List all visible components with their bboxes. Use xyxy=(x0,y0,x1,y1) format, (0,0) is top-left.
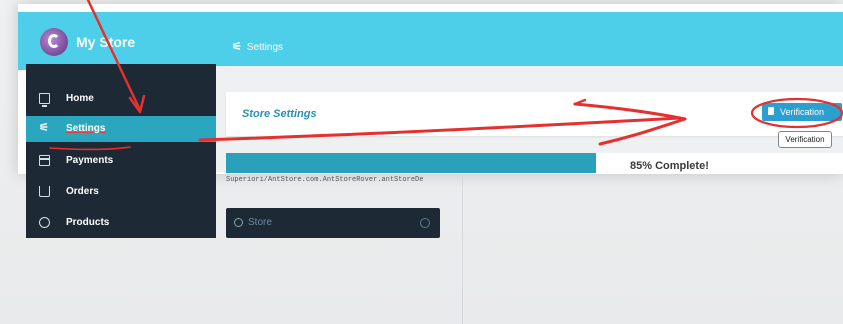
divider xyxy=(462,174,463,324)
brand-title[interactable]: My Store xyxy=(76,34,135,50)
sidebar-item-label: Products xyxy=(66,217,110,228)
store-dropdown[interactable]: Store xyxy=(226,208,440,238)
cart-icon xyxy=(39,186,50,197)
top-bar: My Store ⚟ Settings xyxy=(18,12,843,70)
sidebar-item-settings[interactable]: ⚟ Settings xyxy=(26,116,216,142)
settings-breadcrumb-icon: ⚟ xyxy=(232,41,242,53)
sidebar-item-label: Settings xyxy=(66,123,106,134)
card-title: Store Settings xyxy=(242,108,317,120)
verification-button-label: Verification xyxy=(780,107,825,117)
sidebar-item-orders[interactable]: Orders xyxy=(26,179,216,205)
store-settings-card: Store Settings xyxy=(226,92,843,136)
progress-label: 85% Complete! xyxy=(630,160,709,172)
progress-bar xyxy=(226,153,843,173)
verification-tooltip: Verification xyxy=(778,131,832,148)
refresh-icon xyxy=(234,218,243,227)
settings-icon: ⚟ xyxy=(39,122,49,134)
url-text: Superiori/AntStore.com.AntStoreRover.ant… xyxy=(226,176,424,184)
sidebar-item-home[interactable]: Home xyxy=(26,86,216,112)
verification-button[interactable]: Verification xyxy=(762,103,842,121)
sidebar-item-products[interactable]: Products xyxy=(26,210,216,236)
products-icon xyxy=(39,217,50,228)
breadcrumb-label: Settings xyxy=(246,42,284,53)
sidebar-item-label: Payments xyxy=(66,155,114,166)
progress-fill xyxy=(226,153,596,173)
document-icon xyxy=(768,107,774,115)
breadcrumb: ⚟ Settings xyxy=(232,40,283,53)
sidebar-item-label: Orders xyxy=(66,186,99,197)
store-dropdown-label: Store xyxy=(248,217,272,228)
card-icon xyxy=(39,155,50,166)
sidebar: Home ⚟ Settings Payments Orders Products xyxy=(26,64,216,238)
store-logo-icon[interactable] xyxy=(40,28,68,56)
sidebar-item-label: Home xyxy=(66,93,94,104)
gear-icon[interactable] xyxy=(420,218,430,228)
sidebar-item-payments[interactable]: Payments xyxy=(26,148,216,174)
monitor-icon xyxy=(39,93,50,107)
logo-mark xyxy=(48,34,60,48)
